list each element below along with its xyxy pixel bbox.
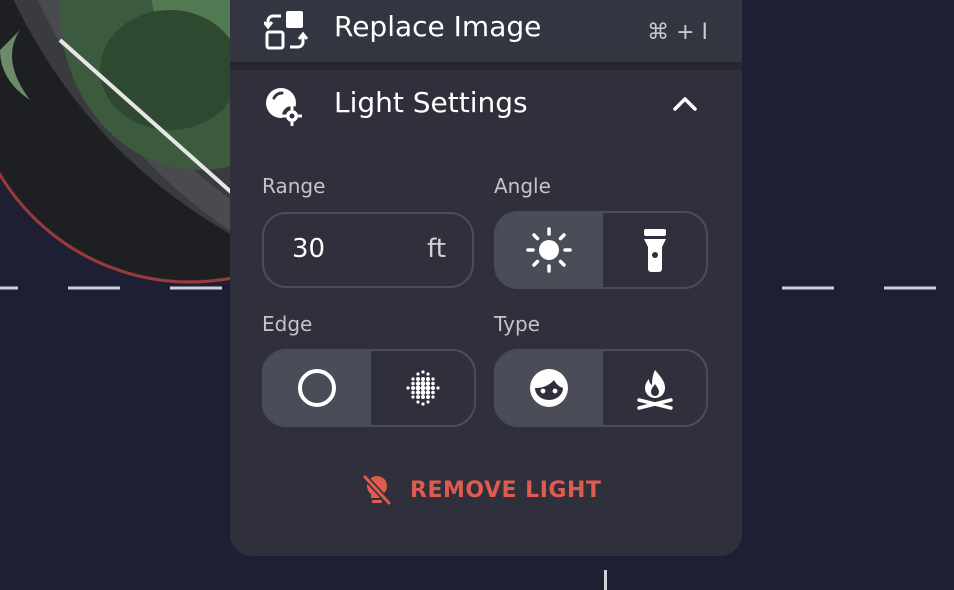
edge-label: Edge [262,312,313,336]
angle-cone-button[interactable] [601,213,706,287]
type-toggle-group [494,349,708,427]
replace-image-icon [264,11,308,50]
light-settings-header[interactable]: Light Settings [230,70,742,142]
face-icon [529,369,568,407]
light-settings-icon [266,88,302,126]
range-value: 30 [292,234,326,264]
campfire-icon [636,370,673,410]
grid-tick [604,570,607,590]
replace-image-label: Replace Image [334,10,542,43]
chevron-up-icon[interactable] [672,94,698,112]
light-settings-label: Light Settings [334,86,528,119]
flashlight-icon [643,229,666,272]
range-unit: ft [427,234,446,264]
edge-toggle-group [262,349,476,427]
angle-omni-button[interactable] [496,213,601,287]
remove-light-label: REMOVE LIGHT [410,477,602,503]
token-context-panel: Replace Image ⌘ + I Light Settings Range… [230,0,742,556]
soft-edge-icon [405,370,440,406]
menu-divider [230,62,742,70]
range-input[interactable]: 30 ft [262,212,474,288]
hard-edge-icon [297,369,336,407]
lightbulb-off-icon [362,474,392,506]
angle-label: Angle [494,174,551,198]
replace-image-row[interactable]: Replace Image ⌘ + I [230,0,742,62]
replace-image-shortcut: ⌘ + I [647,20,708,45]
range-label: Range [262,174,326,198]
type-vision-button[interactable] [496,351,601,425]
edge-soft-button[interactable] [369,351,474,425]
edge-hard-button[interactable] [264,351,369,425]
type-label: Type [494,312,540,336]
type-campfire-button[interactable] [601,351,706,425]
sun-icon [525,227,572,273]
angle-toggle-group [494,211,708,289]
remove-light-button[interactable]: REMOVE LIGHT [362,474,601,506]
